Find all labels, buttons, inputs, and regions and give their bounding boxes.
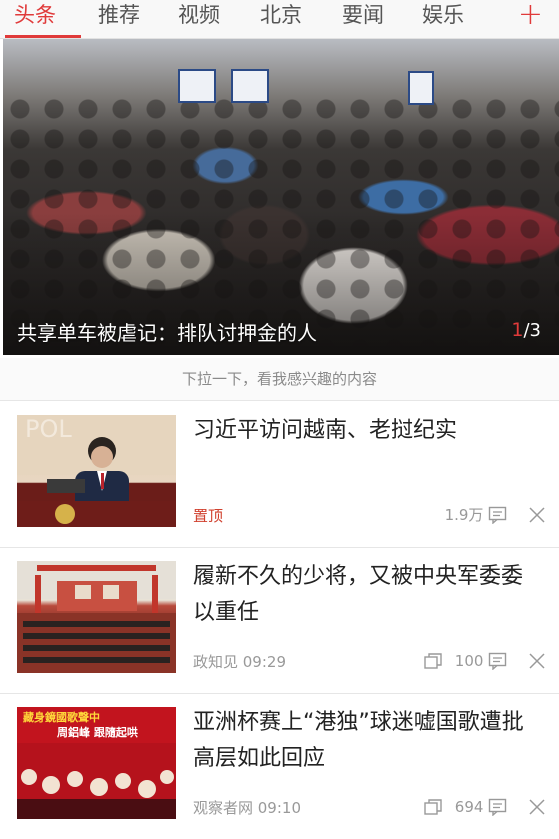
tab-top-news[interactable]: 要闻: [342, 0, 384, 36]
hero-photo-sign: [408, 71, 434, 105]
news-meta-actions: 100: [424, 649, 545, 671]
thumbnail-overlay-text: 周鋁峰 跟隨起哄: [57, 726, 138, 739]
dismiss-icon[interactable]: [529, 798, 545, 815]
news-item[interactable]: POL 习近平访问越南、老挝纪实 置顶 1.9万: [0, 401, 559, 548]
hero-photo-crowd: [3, 94, 559, 355]
active-tab-indicator: [5, 35, 81, 38]
hero-page-counter: 1/3: [511, 319, 541, 341]
news-thumbnail: POL: [17, 415, 176, 527]
gallery-icon: [424, 798, 442, 815]
tab-video[interactable]: 视频: [178, 0, 220, 36]
dismiss-icon[interactable]: [529, 506, 545, 523]
tab-headlines[interactable]: 头条: [14, 0, 56, 36]
news-thumbnail: [17, 561, 176, 673]
news-thumbnail: 藏身鏡國歌聲中 周鋁峰 跟隨起哄: [17, 707, 176, 819]
comment-icon[interactable]: [488, 798, 508, 816]
dismiss-icon[interactable]: [529, 652, 545, 669]
news-title[interactable]: 履新不久的少将，又被中央军委委以重任: [193, 559, 543, 631]
hero-caption: 共享单车被虐记：排队讨押金的人: [17, 321, 317, 345]
comment-icon[interactable]: [488, 506, 508, 524]
gallery-icon: [424, 652, 442, 669]
tab-beijing[interactable]: 北京: [260, 0, 302, 36]
channel-tab-bar: 头条 推荐 视频 北京 要闻 娱乐 +: [0, 0, 559, 39]
news-source-time: 观察者网 09:10: [193, 799, 301, 817]
news-item[interactable]: 藏身鏡國歌聲中 周鋁峰 跟隨起哄 亚洲杯赛上“港独”球迷嘘国歌遭批 高层如此回应…: [0, 693, 559, 839]
tab-recommended[interactable]: 推荐: [98, 0, 140, 36]
thumbnail-overlay-text: 藏身鏡國歌聲中: [23, 711, 100, 724]
comment-count: 100: [454, 651, 484, 670]
comment-count: 694: [454, 797, 484, 816]
add-channel-button[interactable]: +: [518, 0, 543, 36]
comment-count: 1.9万: [444, 505, 484, 524]
hero-current-page: 1: [511, 319, 524, 341]
news-meta-actions: 1.9万: [445, 503, 545, 525]
comment-icon[interactable]: [488, 652, 508, 670]
tab-entertainment[interactable]: 娱乐: [422, 0, 464, 36]
news-source-time: 政知见 09:29: [193, 653, 286, 671]
hero-photo-sign: [231, 69, 269, 103]
news-title[interactable]: 亚洲杯赛上“港独”球迷嘘国歌遭批 高层如此回应: [193, 705, 543, 777]
news-item[interactable]: 履新不久的少将，又被中央军委委以重任 政知见 09:29 100: [0, 547, 559, 694]
hero-carousel-image[interactable]: [3, 39, 559, 355]
svg-text:POL: POL: [25, 415, 72, 443]
pull-to-refresh-hint: 下拉一下，看我感兴趣的内容: [0, 358, 559, 401]
hero-photo-sign: [178, 69, 216, 103]
pinned-label: 置顶: [193, 507, 224, 525]
news-title[interactable]: 习近平访问越南、老挝纪实: [193, 413, 543, 449]
news-meta-actions: 694: [424, 795, 545, 817]
hero-total-pages: /3: [523, 320, 541, 341]
